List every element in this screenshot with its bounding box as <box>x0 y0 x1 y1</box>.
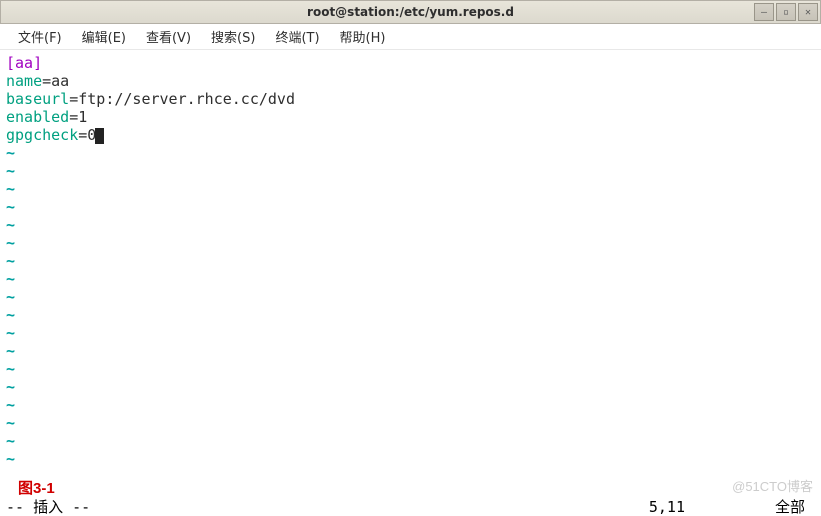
config-value: aa <box>51 72 69 90</box>
editor-content: [aa]name=aabaseurl=ftp://server.rhce.cc/… <box>6 54 815 468</box>
empty-line: ~ <box>6 144 815 162</box>
tilde-marker: ~ <box>6 396 15 414</box>
menubar: 文件(F) 编辑(E) 查看(V) 搜索(S) 终端(T) 帮助(H) <box>0 24 821 50</box>
tilde-marker: ~ <box>6 234 15 252</box>
watermark: @51CTO博客 <box>732 478 813 496</box>
menu-file[interactable]: 文件(F) <box>8 25 72 48</box>
editor-line: gpgcheck=0 <box>6 126 815 144</box>
tilde-marker: ~ <box>6 288 15 306</box>
empty-line: ~ <box>6 396 815 414</box>
config-value: 1 <box>78 108 87 126</box>
empty-line: ~ <box>6 450 815 468</box>
empty-line: ~ <box>6 324 815 342</box>
empty-line: ~ <box>6 234 815 252</box>
tilde-marker: ~ <box>6 342 15 360</box>
vim-mode: -- 插入 -- <box>6 498 90 516</box>
minimize-button[interactable]: – <box>754 3 774 21</box>
empty-line: ~ <box>6 306 815 324</box>
empty-line: ~ <box>6 252 815 270</box>
empty-line: ~ <box>6 198 815 216</box>
menu-help[interactable]: 帮助(H) <box>330 25 396 48</box>
tilde-marker: ~ <box>6 180 15 198</box>
tilde-marker: ~ <box>6 306 15 324</box>
titlebar: root@station:/etc/yum.repos.d – ▫ ✕ <box>0 0 821 24</box>
repo-section: [aa] <box>6 54 42 72</box>
config-key: baseurl <box>6 90 69 108</box>
equals-sign: = <box>69 108 78 126</box>
config-value: ftp://server.rhce.cc/dvd <box>78 90 295 108</box>
empty-line: ~ <box>6 270 815 288</box>
tilde-marker: ~ <box>6 198 15 216</box>
empty-line: ~ <box>6 342 815 360</box>
tilde-marker: ~ <box>6 360 15 378</box>
editor-line: baseurl=ftp://server.rhce.cc/dvd <box>6 90 815 108</box>
tilde-marker: ~ <box>6 216 15 234</box>
tilde-marker: ~ <box>6 450 15 468</box>
tilde-marker: ~ <box>6 252 15 270</box>
window-title: root@station:/etc/yum.repos.d <box>307 5 514 19</box>
empty-line: ~ <box>6 180 815 198</box>
empty-line: ~ <box>6 288 815 306</box>
figure-label: 图3-1 <box>18 480 55 498</box>
window-controls: – ▫ ✕ <box>754 3 818 21</box>
empty-line: ~ <box>6 360 815 378</box>
maximize-button[interactable]: ▫ <box>776 3 796 21</box>
empty-line: ~ <box>6 162 815 180</box>
menu-search[interactable]: 搜索(S) <box>201 25 265 48</box>
cursor-position: 5,11 <box>649 498 685 516</box>
editor-line: [aa] <box>6 54 815 72</box>
scroll-indicator: 全部 <box>775 498 805 516</box>
editor-line: name=aa <box>6 72 815 90</box>
close-button[interactable]: ✕ <box>798 3 818 21</box>
equals-sign: = <box>78 126 87 144</box>
vim-statusbar: -- 插入 -- 5,11 全部 <box>0 498 821 516</box>
equals-sign: = <box>69 90 78 108</box>
menu-edit[interactable]: 编辑(E) <box>72 25 136 48</box>
tilde-marker: ~ <box>6 378 15 396</box>
tilde-marker: ~ <box>6 270 15 288</box>
empty-line: ~ <box>6 216 815 234</box>
equals-sign: = <box>42 72 51 90</box>
menu-view[interactable]: 查看(V) <box>136 25 201 48</box>
config-key: name <box>6 72 42 90</box>
tilde-marker: ~ <box>6 162 15 180</box>
tilde-marker: ~ <box>6 414 15 432</box>
tilde-marker: ~ <box>6 432 15 450</box>
text-cursor <box>95 128 104 144</box>
empty-line: ~ <box>6 378 815 396</box>
tilde-marker: ~ <box>6 324 15 342</box>
config-key: gpgcheck <box>6 126 78 144</box>
menu-terminal[interactable]: 终端(T) <box>265 25 329 48</box>
terminal-area[interactable]: [aa]name=aabaseurl=ftp://server.rhce.cc/… <box>0 50 821 516</box>
empty-line: ~ <box>6 432 815 450</box>
tilde-marker: ~ <box>6 144 15 162</box>
empty-line: ~ <box>6 414 815 432</box>
config-key: enabled <box>6 108 69 126</box>
editor-line: enabled=1 <box>6 108 815 126</box>
